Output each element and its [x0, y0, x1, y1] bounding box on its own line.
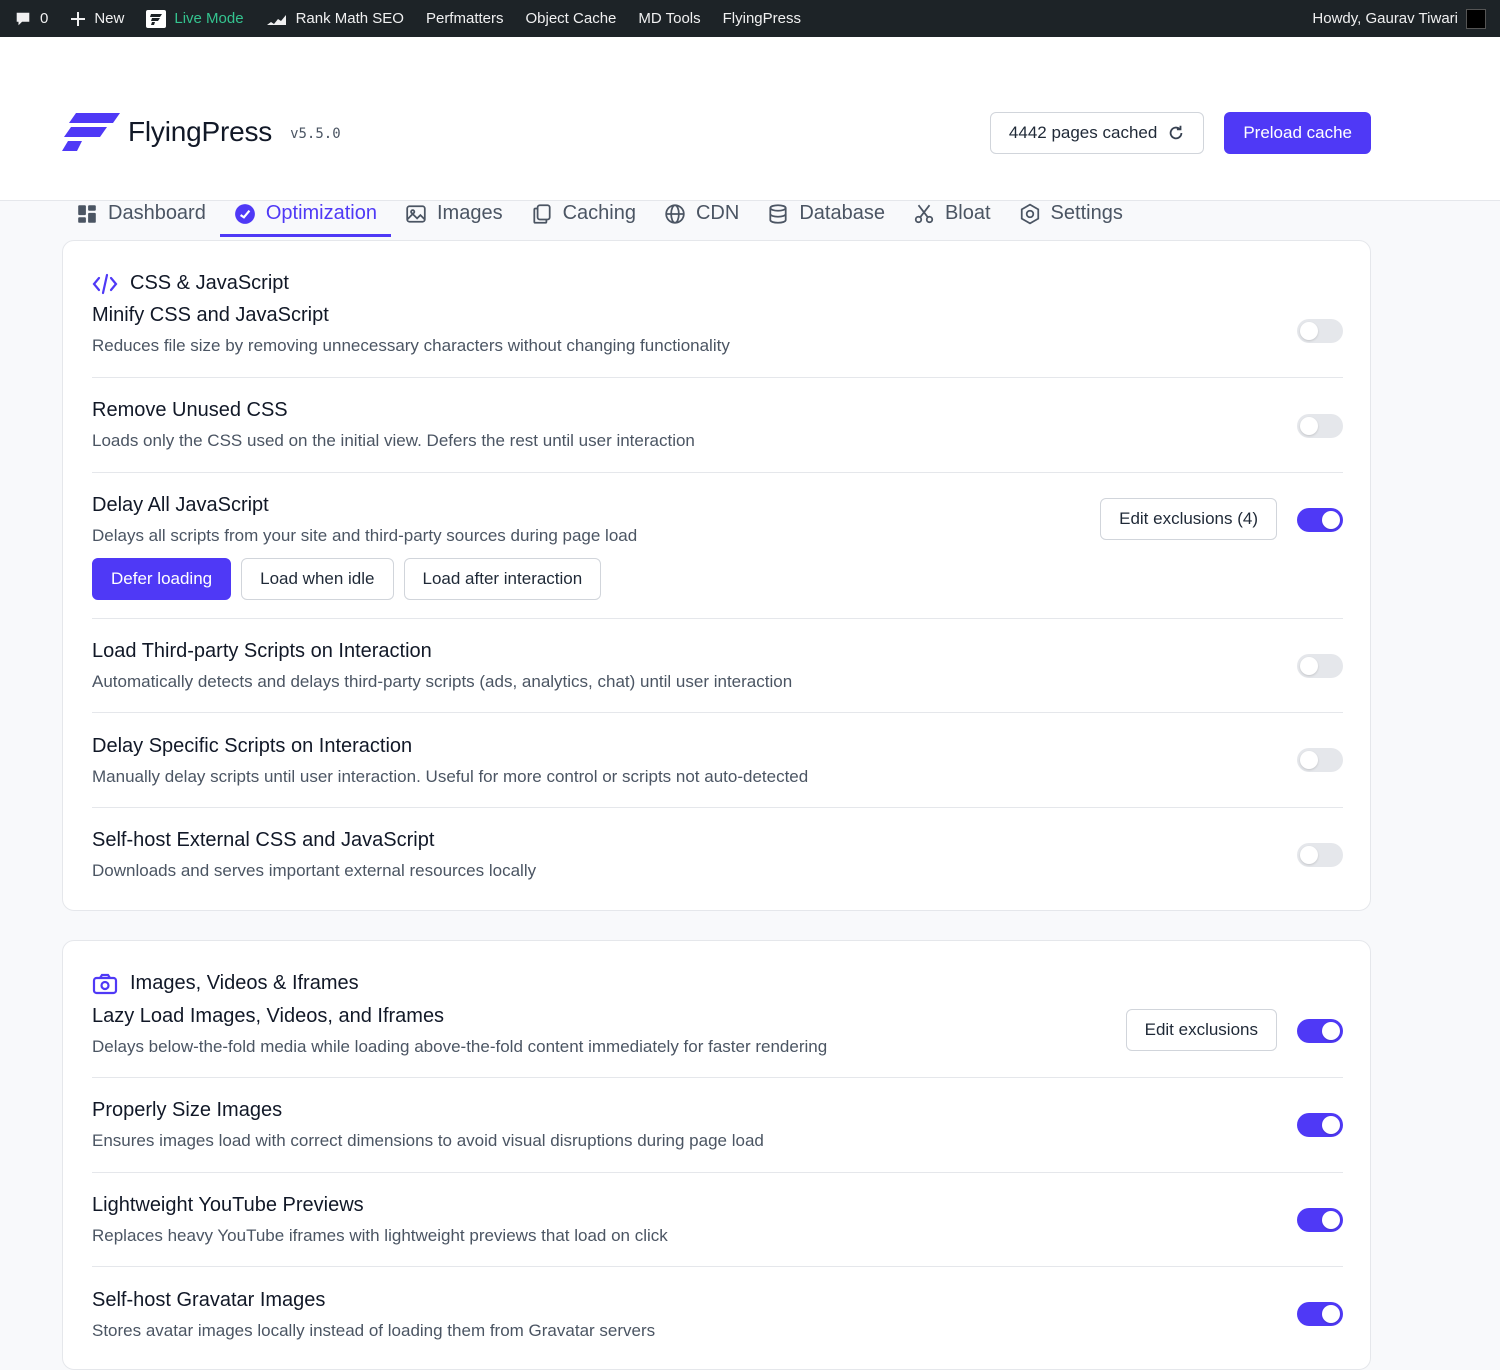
grid-icon	[78, 204, 96, 223]
refresh-icon	[1170, 125, 1183, 140]
divider	[92, 1266, 1343, 1267]
divider	[92, 712, 1343, 713]
database-icon	[769, 203, 787, 224]
perfmatters-menu[interactable]: Perfmatters	[426, 10, 504, 27]
comments-count: 0	[40, 10, 49, 27]
brand: FlyingPress v5.5.0	[62, 113, 341, 151]
gauge-icon	[234, 203, 255, 224]
setting-row-delay-js: Delay All JavaScript Delays all scripts …	[92, 494, 1343, 600]
divider	[92, 1077, 1343, 1078]
self-host-external-toggle[interactable]	[1297, 843, 1343, 867]
tab-cdn[interactable]: CDN	[650, 193, 753, 237]
images-section: Images, Videos & Iframes Lazy Load Image…	[62, 940, 1371, 1370]
camera-icon	[92, 973, 118, 994]
tab-optimization[interactable]: Optimization	[219, 193, 391, 237]
divider	[92, 618, 1343, 619]
setting-row-lazy-load: Lazy Load Images, Videos, and Iframes De…	[92, 1005, 1343, 1057]
setting-row-self-host-external: Self-host External CSS and JavaScript Do…	[92, 829, 1343, 881]
globe-icon	[665, 203, 685, 224]
setting-row-third-party: Load Third-party Scripts on Interaction …	[92, 640, 1343, 692]
edit-exclusions-button[interactable]: Edit exclusions	[1125, 1009, 1277, 1051]
delay-js-toggle[interactable]	[1297, 508, 1343, 532]
tab-bloat[interactable]: Bloat	[899, 193, 1005, 237]
youtube-toggle[interactable]	[1297, 1208, 1343, 1232]
section-title: CSS & JavaScript	[92, 272, 289, 295]
section-title: Images, Videos & Iframes	[92, 972, 359, 995]
third-party-toggle[interactable]	[1297, 654, 1343, 678]
comments-menu[interactable]: 0	[14, 10, 48, 28]
delay-specific-toggle[interactable]	[1297, 748, 1343, 772]
admin-bar: 0 New Live Mode Rank Math SEO Perfmatter…	[0, 0, 1500, 37]
defer-loading-button[interactable]: Defer loading	[92, 558, 232, 600]
plus-icon	[71, 11, 86, 26]
gravatar-toggle[interactable]	[1297, 1302, 1343, 1326]
size-images-toggle[interactable]	[1297, 1113, 1343, 1137]
object-cache-menu[interactable]: Object Cache	[526, 10, 617, 27]
md-tools-menu[interactable]: MD Tools	[638, 10, 700, 27]
flyingpress-logo-icon	[146, 9, 167, 28]
load-when-idle-button[interactable]: Load when idle	[241, 558, 394, 600]
header-actions: 4442 pages cached Preload cache	[989, 112, 1371, 154]
brand-name: FlyingPress	[128, 116, 273, 147]
rank-math-icon	[266, 14, 286, 25]
flyingpress-logo-icon	[62, 113, 120, 151]
preload-cache-button[interactable]: Preload cache	[1224, 112, 1371, 154]
gear-icon	[1020, 203, 1039, 224]
lazy-load-toggle[interactable]	[1297, 1019, 1343, 1043]
divider	[92, 807, 1343, 808]
tab-settings[interactable]: Settings	[1005, 193, 1137, 237]
tab-dashboard[interactable]: Dashboard	[62, 193, 220, 237]
code-icon	[92, 273, 118, 294]
setting-row-size-images: Properly Size Images Ensures images load…	[92, 1099, 1343, 1151]
minify-toggle[interactable]	[1297, 319, 1343, 343]
unused-css-toggle[interactable]	[1297, 414, 1343, 438]
divider	[92, 377, 1343, 378]
image-icon	[406, 204, 426, 223]
copy-icon	[533, 203, 551, 224]
live-mode-menu[interactable]: Live Mode	[146, 9, 244, 28]
nav-tabs: Dashboard Optimization Images Caching CD…	[62, 193, 1137, 239]
setting-row-youtube: Lightweight YouTube Previews Replaces he…	[92, 1194, 1343, 1246]
tab-caching[interactable]: Caching	[517, 193, 650, 237]
account-menu[interactable]: Howdy, Gaurav Tiwari	[1312, 8, 1486, 29]
setting-row-minify: Minify CSS and JavaScript Reduces file s…	[92, 304, 1343, 356]
flyingpress-menu[interactable]: FlyingPress	[723, 10, 801, 27]
tab-images[interactable]: Images	[391, 193, 517, 237]
edit-exclusions-button[interactable]: Edit exclusions (4)	[1100, 498, 1277, 540]
comment-icon	[16, 12, 30, 25]
plugin-header: FlyingPress v5.5.0 4442 pages cached Pre…	[0, 37, 1500, 237]
pages-cached-button[interactable]: 4442 pages cached	[989, 112, 1205, 154]
tab-database[interactable]: Database	[753, 193, 899, 237]
setting-row-unused-css: Remove Unused CSS Loads only the CSS use…	[92, 399, 1343, 451]
load-after-interaction-button[interactable]: Load after interaction	[403, 558, 602, 600]
setting-row-gravatar: Self-host Gravatar Images Stores avatar …	[92, 1289, 1343, 1341]
divider	[92, 1172, 1343, 1173]
version-label: v5.5.0	[290, 126, 341, 142]
scissors-icon	[914, 204, 934, 223]
delay-mode-selector: Defer loading Load when idle Load after …	[92, 558, 1343, 600]
divider	[92, 472, 1343, 473]
new-content-menu[interactable]: New	[70, 10, 124, 27]
setting-row-delay-specific: Delay Specific Scripts on Interaction Ma…	[92, 735, 1343, 787]
avatar	[1466, 8, 1486, 29]
css-js-section: CSS & JavaScript Minify CSS and JavaScri…	[62, 240, 1371, 911]
rank-math-menu[interactable]: Rank Math SEO	[266, 10, 404, 27]
